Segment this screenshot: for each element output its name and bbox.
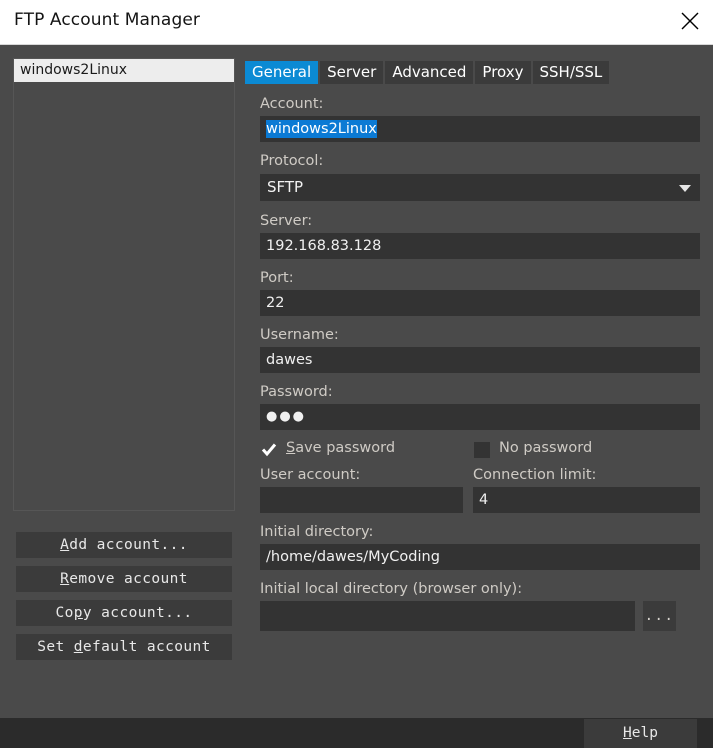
protocol-label: Protocol: [260, 153, 324, 169]
chevron-down-icon [679, 185, 691, 192]
ftp-account-manager-window: FTP Account Manager windows2Linux Add ac… [0, 0, 713, 748]
save-password-label-post: ave password [295, 440, 396, 456]
account-input[interactable]: windows2Linux [260, 116, 700, 142]
set-default-account-button[interactable]: Set default account [16, 634, 232, 660]
remove-account-mnemonic: R [60, 571, 70, 587]
remove-account-label-post: emove account [69, 571, 188, 587]
connection-limit-label: Connection limit: [473, 467, 597, 483]
port-input[interactable]: 22 [260, 290, 700, 316]
account-label: Account: [260, 96, 324, 112]
empty-checkbox-icon [474, 442, 490, 458]
copy-account-button[interactable]: Copy account... [16, 600, 232, 626]
copy-account-mnemonic: p [73, 605, 83, 621]
tab-general[interactable]: General [245, 61, 319, 84]
copy-account-label-pre: Co [55, 605, 74, 621]
tab-sshssl[interactable]: SSH/SSL [532, 61, 610, 84]
accounts-sidebar: windows2Linux Add account... Remove acco… [13, 58, 235, 708]
server-label: Server: [260, 213, 313, 229]
copy-account-label-post: y account... [82, 605, 193, 621]
tab-bar: General Server Advanced Proxy SSH/SSL [245, 61, 611, 84]
account-list[interactable]: windows2Linux [13, 58, 235, 511]
set-default-label-pre: Set [37, 639, 74, 655]
checkmark-icon [261, 442, 277, 458]
help-button[interactable]: Help [584, 719, 697, 748]
username-input[interactable]: dawes [260, 347, 700, 373]
set-default-mnemonic: d [73, 639, 83, 655]
set-default-label-post: efault account [82, 639, 211, 655]
port-label: Port: [260, 270, 294, 286]
help-mnemonic: H [623, 725, 632, 741]
protocol-select[interactable]: SFTP [260, 174, 700, 201]
initial-directory-label: Initial directory: [260, 524, 374, 540]
password-input[interactable]: ●●● [260, 404, 700, 430]
connection-limit-input[interactable]: 4 [473, 487, 700, 513]
tab-server[interactable]: Server [320, 61, 384, 84]
window-title: FTP Account Manager [14, 10, 200, 30]
account-settings-pane: General Server Advanced Proxy SSH/SSL Ac… [245, 58, 700, 708]
save-password-label: Save password [286, 440, 395, 456]
account-input-value: windows2Linux [266, 120, 377, 138]
title-bar: FTP Account Manager [0, 0, 713, 45]
server-input[interactable]: 192.168.83.128 [260, 233, 700, 259]
add-account-button[interactable]: Add account... [16, 532, 232, 558]
tab-advanced[interactable]: Advanced [385, 61, 474, 84]
user-account-input[interactable] [260, 487, 463, 513]
initial-directory-input[interactable]: /home/dawes/MyCoding [260, 544, 700, 570]
username-label: Username: [260, 327, 339, 343]
close-icon[interactable] [667, 0, 713, 44]
dialog-body: windows2Linux Add account... Remove acco… [0, 45, 713, 748]
remove-account-button[interactable]: Remove account [16, 566, 232, 592]
add-account-mnemonic: A [60, 537, 70, 553]
help-label-post: elp [631, 725, 658, 741]
save-password-mnemonic: S [286, 440, 296, 456]
password-label: Password: [260, 384, 333, 400]
browse-local-directory-button[interactable]: ... [643, 601, 676, 631]
no-password-label: No password [499, 440, 593, 456]
initial-local-directory-input[interactable] [260, 601, 635, 631]
tab-proxy[interactable]: Proxy [475, 61, 531, 84]
initial-local-directory-label: Initial local directory (browser only): [260, 581, 523, 597]
protocol-selected-value: SFTP [267, 178, 304, 196]
user-account-label: User account: [260, 467, 361, 483]
add-account-label-post: dd account... [69, 537, 188, 553]
list-item[interactable]: windows2Linux [14, 59, 234, 82]
